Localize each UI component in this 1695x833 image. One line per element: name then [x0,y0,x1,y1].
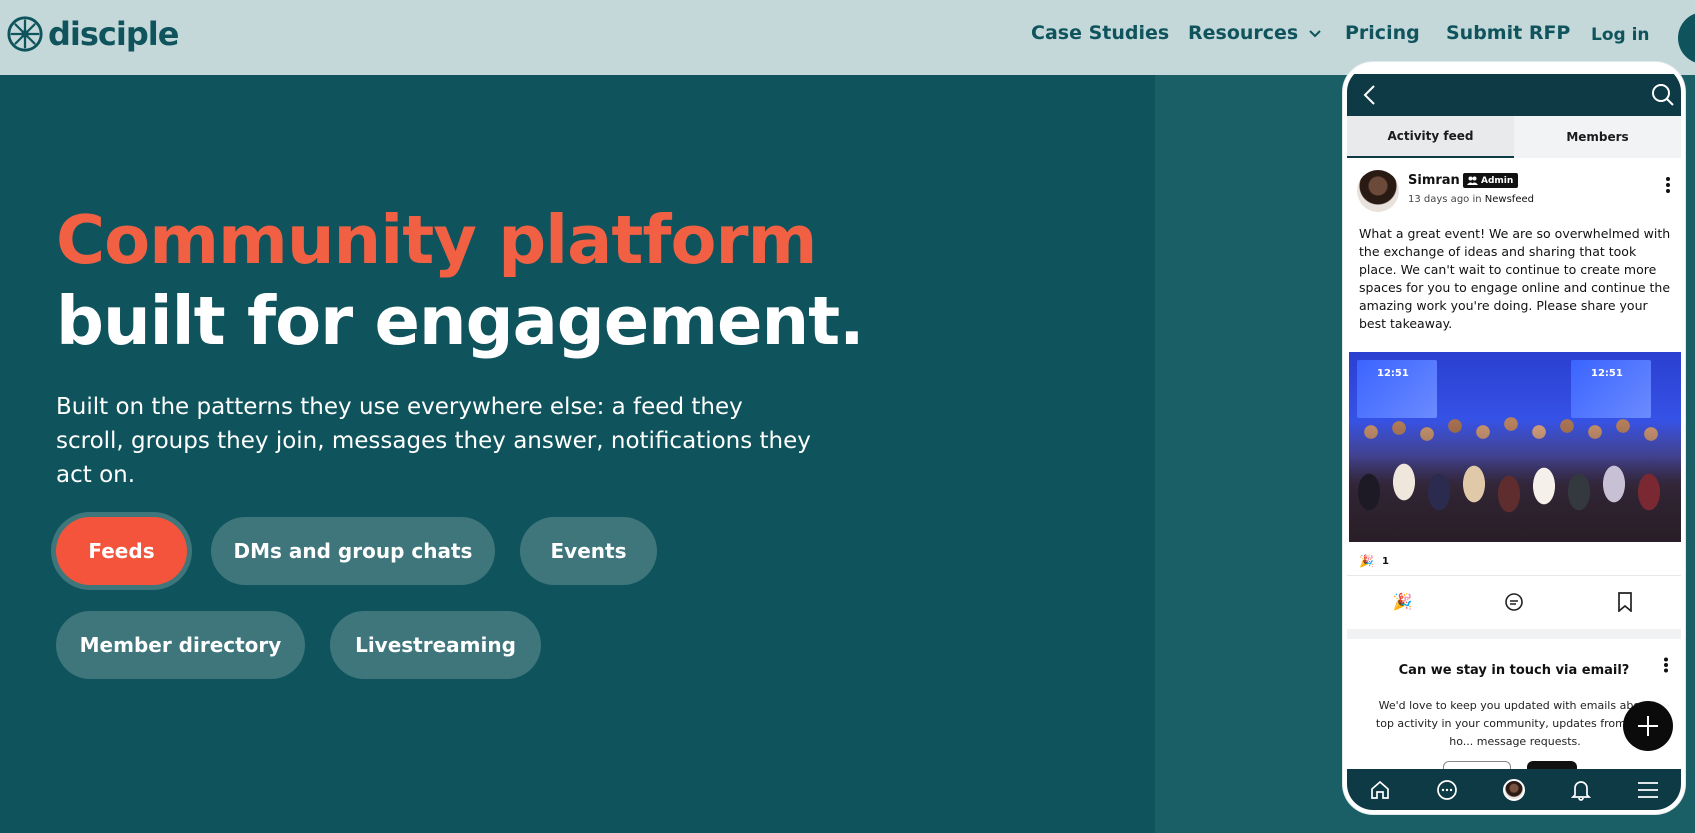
group-icon [1467,176,1478,185]
chat-icon [1437,780,1458,800]
nav-submit-rfp[interactable]: Submit RFP [1446,22,1570,44]
phone-bottom-nav [1347,769,1681,810]
nav-home[interactable] [1368,778,1392,802]
party-popper-icon: 🎉 [1392,594,1413,611]
feature-pill-feeds[interactable]: Feeds [56,517,187,585]
image-screen-time-right: 12:51 [1591,368,1623,379]
nav-notifications[interactable] [1569,778,1593,802]
nav-resources-label: Resources [1188,22,1299,44]
comment-icon [1505,593,1523,611]
hero-subtitle: Built on the patterns they use everywher… [56,394,811,488]
bookmark-icon [1618,592,1633,612]
nav-menu[interactable] [1636,778,1660,802]
bookmark-button[interactable] [1613,590,1637,614]
image-screen-right: 12:51 [1571,360,1651,418]
feed-separator [1347,629,1681,639]
author-avatar[interactable] [1357,170,1399,212]
tab-activity-feed[interactable]: Activity feed [1347,116,1514,158]
disciple-logo-icon [7,16,43,52]
nav-profile[interactable] [1502,778,1526,802]
divider [1347,575,1681,576]
reaction-count: 1 [1381,555,1389,567]
post-meta: 13 days ago in Newsfeed [1408,194,1534,205]
profile-avatar [1502,779,1525,801]
post-body: What a great event! We are so overwhelme… [1359,226,1671,331]
feature-pill-livestreaming[interactable]: Livestreaming [330,611,541,679]
feature-pill-member-directory[interactable]: Member directory [56,611,305,679]
react-button[interactable]: 🎉 [1391,590,1415,614]
party-emoji-icon: 🎉 [1359,554,1374,568]
nav-cta-button[interactable] [1678,12,1695,64]
home-icon [1371,780,1390,799]
image-screen-left: 12:51 [1357,360,1437,418]
back-arrow-icon[interactable] [1361,84,1379,106]
admin-badge-label: Admin [1481,175,1514,186]
phone-top-bar [1347,74,1681,116]
hamburger-menu-icon [1637,782,1658,798]
nav-messages[interactable] [1435,778,1459,802]
brand-logo[interactable]: disciple [6,14,179,54]
tab-members[interactable]: Members [1514,116,1681,158]
image-crowd [1349,422,1681,542]
chevron-down-icon [1309,30,1321,38]
post-header: Simran Admin 13 days ago in Newsfeed [1357,170,1671,212]
post-in-word: in [1472,194,1482,205]
hero-title-line2: built for engagement. [56,282,865,360]
nav-login[interactable]: Log in [1591,25,1650,45]
image-screen-time-left: 12:51 [1377,368,1409,379]
phone-tabs: Activity feed Members [1347,116,1681,158]
nav-resources[interactable]: Resources [1188,22,1322,44]
email-card-title: Can we stay in touch via email? [1398,663,1630,678]
post-author[interactable]: Simran [1408,173,1460,188]
nav-case-studies[interactable]: Case Studies [1031,22,1169,44]
more-options-icon[interactable] [1663,657,1669,673]
brand-name: disciple [48,15,179,53]
feature-pill-events[interactable]: Events [520,517,657,585]
post-channel[interactable]: Newsfeed [1485,194,1534,205]
email-card-text: We'd love to keep you updated with email… [1375,699,1655,748]
search-icon[interactable] [1651,83,1675,107]
comment-button[interactable] [1502,590,1526,614]
hero-title-line1: Community platform [56,201,817,279]
more-options-icon[interactable] [1665,176,1671,194]
admin-badge: Admin [1463,173,1519,188]
post-time: 13 days ago [1408,194,1470,205]
post-image[interactable]: 12:51 12:51 [1349,352,1681,542]
feature-pill-dms[interactable]: DMs and group chats [211,517,495,585]
bell-icon [1570,781,1591,801]
create-post-fab[interactable] [1623,701,1673,751]
phone-mockup: Activity feed Members Simran Admin 13 da… [1343,62,1685,814]
hero-title: Community platform built for engagement. [56,200,865,362]
plus-icon [1638,716,1658,736]
post-actions: 🎉 [1347,577,1681,627]
reaction-summary[interactable]: 🎉 1 [1359,551,1389,571]
nav-pricing[interactable]: Pricing [1345,22,1420,44]
